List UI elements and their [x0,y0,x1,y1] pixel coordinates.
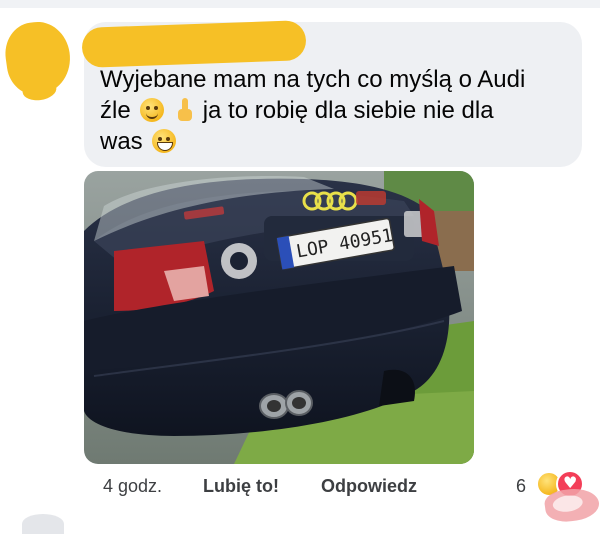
comment-word: was [100,128,143,155]
comment-line-1: Wyjebane mam na tych co myślą o Audi [100,66,526,93]
previous-content-edge [0,0,600,8]
comment-line-3: was [100,126,570,157]
comment-line-2: źle ja to robię dla siebie nie dla [100,95,570,126]
car-rear-photo[interactable]: LOP 40951 [84,171,474,464]
comment-phrase: ja to robię dla siebie nie dla [202,97,494,124]
pointing-finger-icon [178,98,193,122]
car-illustration: LOP 40951 [84,171,474,464]
grinning-face-icon [152,129,177,153]
comment-text: Wyjebane mam na tych co myślą o Audi źle… [100,64,570,157]
smiling-face-icon [140,98,165,122]
redacted-author-name[interactable] [81,20,307,68]
comment-word: źle [100,97,131,124]
comment-timestamp[interactable]: 4 godz. [103,476,162,497]
like-button[interactable]: Lubię to! [203,476,279,497]
next-comment-avatar[interactable] [22,514,64,534]
reply-button[interactable]: Odpowiedz [321,476,417,497]
redacted-avatar[interactable] [1,17,75,99]
reaction-count[interactable]: 6 [516,476,526,497]
